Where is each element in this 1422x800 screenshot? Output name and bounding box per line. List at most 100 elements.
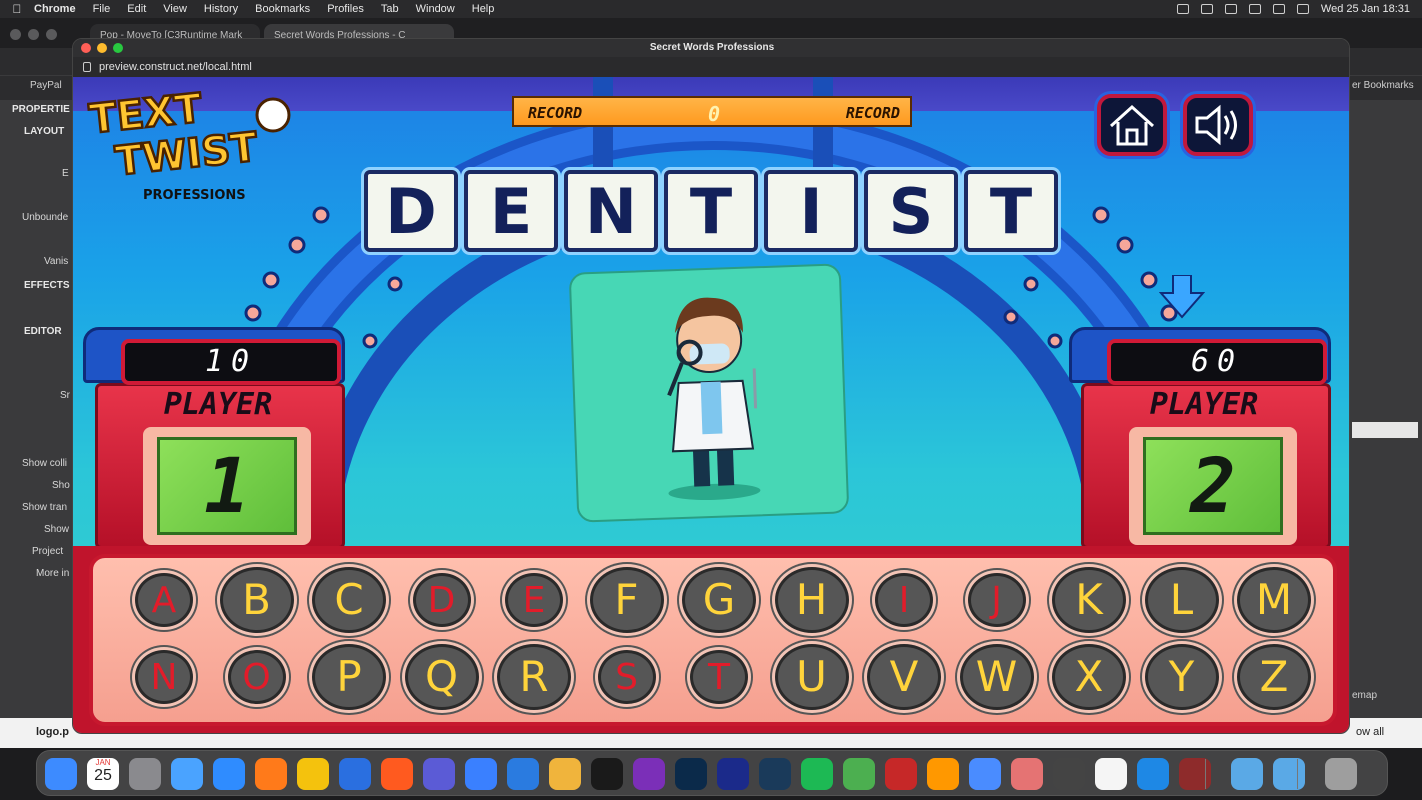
- letter-key-b[interactable]: B: [219, 567, 294, 633]
- letter-key-y[interactable]: Y: [1144, 644, 1219, 710]
- safari-icon[interactable]: [213, 758, 245, 790]
- letter-key-u[interactable]: U: [774, 644, 849, 710]
- other-bookmarks[interactable]: er Bookmarks: [1352, 80, 1414, 91]
- photoshop-icon[interactable]: [675, 758, 707, 790]
- terminal-icon[interactable]: [591, 758, 623, 790]
- letter-key-w[interactable]: W: [959, 644, 1034, 710]
- prop-project: Project: [32, 546, 64, 557]
- apple-menu-icon[interactable]: : [0, 2, 34, 16]
- firefox-icon[interactable]: [255, 758, 287, 790]
- minimize-dot[interactable]: [28, 29, 39, 40]
- game-canvas[interactable]: TEXT TWIST PROFESSIONS RECORD 0 RECORD D…: [73, 77, 1349, 733]
- wifi-icon[interactable]: [1248, 4, 1261, 14]
- section-layout[interactable]: LAYOUT: [24, 126, 64, 137]
- download-file[interactable]: logo.p: [36, 726, 69, 738]
- menu-bookmarks[interactable]: Bookmarks: [255, 3, 310, 15]
- layer-row-selected[interactable]: [1352, 422, 1418, 438]
- letter-key-v[interactable]: V: [867, 644, 941, 710]
- bbedit-icon[interactable]: [423, 758, 455, 790]
- menu-edit[interactable]: Edit: [127, 3, 146, 15]
- appstore-icon[interactable]: [1137, 758, 1169, 790]
- section-effects[interactable]: EFFECTS: [24, 280, 70, 291]
- mixer-icon[interactable]: [1053, 758, 1085, 790]
- folder-icon[interactable]: [1231, 758, 1263, 790]
- menu-help[interactable]: Help: [472, 3, 495, 15]
- letter-key-i: I: [875, 573, 933, 627]
- zoom-dot[interactable]: [46, 29, 57, 40]
- control-center-icon[interactable]: [1296, 4, 1309, 14]
- letter-key-m[interactable]: M: [1237, 567, 1311, 633]
- camtasia-icon[interactable]: [843, 758, 875, 790]
- word-tile: T: [664, 170, 758, 252]
- vpn-icon[interactable]: [885, 758, 917, 790]
- battery-icon[interactable]: [1224, 4, 1237, 14]
- mail-icon[interactable]: [171, 758, 203, 790]
- letter-key-f[interactable]: F: [589, 567, 664, 633]
- finder-icon[interactable]: [45, 758, 77, 790]
- menu-profiles[interactable]: Profiles: [327, 3, 364, 15]
- brave-icon[interactable]: [381, 758, 413, 790]
- menu-history[interactable]: History: [204, 3, 238, 15]
- url-text[interactable]: preview.construct.net/local.html: [99, 57, 252, 77]
- menu-tab[interactable]: Tab: [381, 3, 399, 15]
- menu-view[interactable]: View: [163, 3, 187, 15]
- prop-vanishing: Vanis: [44, 256, 69, 267]
- chrome-icon[interactable]: [297, 758, 329, 790]
- letter-key-x[interactable]: X: [1052, 644, 1126, 710]
- close-dot[interactable]: [10, 29, 21, 40]
- letter-key-r[interactable]: R: [497, 644, 571, 710]
- menu-chrome[interactable]: Chrome: [34, 3, 76, 15]
- xcode-icon[interactable]: [507, 758, 539, 790]
- menu-window[interactable]: Window: [416, 3, 455, 15]
- search-icon[interactable]: [1272, 4, 1285, 14]
- spotify-icon[interactable]: [801, 758, 833, 790]
- minimize-button[interactable]: [97, 43, 107, 53]
- logo: TEXT TWIST PROFESSIONS: [86, 84, 297, 203]
- letter-key-g[interactable]: G: [682, 567, 756, 633]
- calendar-month: JAN: [95, 758, 111, 767]
- textedit-icon[interactable]: [1095, 758, 1127, 790]
- audio-icon[interactable]: [717, 758, 749, 790]
- clock[interactable]: Wed 25 Jan 18:31: [1321, 3, 1410, 15]
- zoom-button[interactable]: [113, 43, 123, 53]
- letter-key-k[interactable]: K: [1052, 567, 1126, 633]
- bookmark-paypal[interactable]: PayPal: [30, 80, 62, 91]
- bluetooth-icon[interactable]: [1200, 4, 1213, 14]
- letter-key-p[interactable]: P: [312, 644, 386, 710]
- menu-file[interactable]: File: [93, 3, 111, 15]
- letter-key-c[interactable]: C: [312, 567, 386, 633]
- letter-key-l[interactable]: L: [1144, 567, 1219, 633]
- letter-key-d: D: [412, 573, 471, 627]
- close-button[interactable]: [81, 43, 91, 53]
- address-bar[interactable]: preview.construct.net/local.html: [73, 57, 1349, 77]
- package-icon[interactable]: [549, 758, 581, 790]
- prop-show: Sho: [52, 480, 70, 491]
- toolbox-icon[interactable]: [1011, 758, 1043, 790]
- onenote-icon[interactable]: [633, 758, 665, 790]
- dictionary-icon[interactable]: [1179, 758, 1211, 790]
- trash-icon[interactable]: [1325, 758, 1357, 790]
- word-tile: T: [964, 170, 1058, 252]
- sound-button[interactable]: [1183, 94, 1253, 156]
- letter-key-q[interactable]: Q: [404, 644, 479, 710]
- letter-key-a: A: [135, 573, 193, 627]
- more-info-link[interactable]: More in: [36, 568, 69, 579]
- ai-icon[interactable]: [465, 758, 497, 790]
- letter-key-h[interactable]: H: [774, 567, 849, 633]
- letter-key-z[interactable]: Z: [1237, 644, 1311, 710]
- folder-icon[interactable]: [1273, 758, 1305, 790]
- record-bar: RECORD 0 RECORD: [512, 96, 912, 127]
- time-machine-icon[interactable]: [1176, 4, 1189, 14]
- calendar-icon[interactable]: JAN 25: [87, 758, 119, 790]
- turn-arrow-icon: [1159, 275, 1205, 319]
- profession-card: [568, 263, 850, 523]
- logo-sub: PROFESSIONS: [143, 188, 246, 201]
- section-editor[interactable]: EDITOR: [24, 326, 62, 337]
- maxthon-icon[interactable]: [339, 758, 371, 790]
- system-settings-icon[interactable]: [129, 758, 161, 790]
- show-all-button[interactable]: ow all: [1356, 726, 1384, 738]
- construct-icon[interactable]: [969, 758, 1001, 790]
- infuse-icon[interactable]: [927, 758, 959, 790]
- home-button[interactable]: [1097, 94, 1167, 156]
- wave-icon[interactable]: [759, 758, 791, 790]
